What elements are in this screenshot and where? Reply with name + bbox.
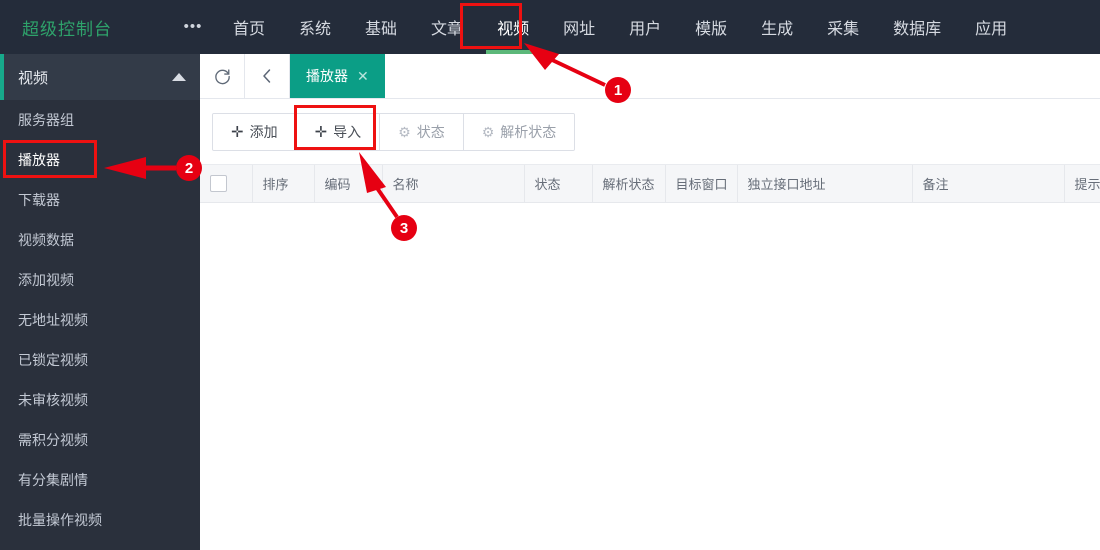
nav-item-video[interactable]: 视频 bbox=[480, 0, 546, 58]
parse-status-button[interactable]: ⚙ 解析状态 bbox=[463, 114, 575, 150]
sidebar-item-no-address-video[interactable]: 无地址视频 bbox=[0, 300, 200, 340]
tab-strip: 播放器 ✕ bbox=[200, 54, 1100, 99]
main-nav: 首页 系统 基础 文章 视频 网址 用户 模版 生成 采集 数据库 应用 bbox=[216, 0, 1024, 58]
add-button[interactable]: ✛ 添加 bbox=[213, 114, 297, 150]
nav-item-system[interactable]: 系统 bbox=[282, 0, 348, 54]
gear-icon: ⚙ bbox=[481, 124, 495, 140]
tab-player[interactable]: 播放器 ✕ bbox=[290, 54, 385, 98]
table-header: 排序 编码 名称 状态 解析状态 目标窗口 独立接口地址 备注 提示 bbox=[200, 165, 1100, 203]
gear-icon: ⚙ bbox=[398, 124, 411, 140]
sidebar: 视频 服务器组 播放器 下载器 视频数据 添加视频 无地址视频 已锁定视频 未审… bbox=[0, 54, 200, 550]
plus-icon: ✛ bbox=[314, 123, 328, 141]
nav-item-application[interactable]: 应用 bbox=[958, 0, 1024, 54]
column-remark[interactable]: 备注 bbox=[912, 165, 1065, 203]
chevron-up-icon bbox=[172, 73, 186, 81]
sidebar-item-video-data[interactable]: 视频数据 bbox=[0, 220, 200, 260]
nav-item-home[interactable]: 首页 bbox=[216, 0, 282, 54]
column-code[interactable]: 编码 bbox=[314, 165, 383, 203]
nav-item-generate[interactable]: 生成 bbox=[744, 0, 810, 54]
column-api-address[interactable]: 独立接口地址 bbox=[737, 165, 913, 203]
column-name[interactable]: 名称 bbox=[382, 165, 525, 203]
toolbar-button-group: ✛ 添加 ✛ 导入 ⚙ 状态 ⚙ 解析状态 bbox=[212, 113, 576, 151]
column-status[interactable]: 状态 bbox=[524, 165, 593, 203]
nav-item-template[interactable]: 模版 bbox=[678, 0, 744, 54]
nav-item-url[interactable]: 网址 bbox=[546, 0, 612, 54]
parse-status-button-label: 解析状态 bbox=[500, 124, 557, 140]
column-target-window[interactable]: 目标窗口 bbox=[665, 165, 738, 203]
data-table: 排序 编码 名称 状态 解析状态 目标窗口 独立接口地址 备注 提示 bbox=[200, 165, 1100, 203]
app-root: 超级控制台 ••• 首页 系统 基础 文章 视频 网址 用户 模版 生成 采集 … bbox=[0, 0, 1100, 550]
sidebar-item-server-group[interactable]: 服务器组 bbox=[0, 100, 200, 140]
data-table-wrapper: 排序 编码 名称 状态 解析状态 目标窗口 独立接口地址 备注 提示 bbox=[200, 164, 1100, 203]
column-sort[interactable]: 排序 bbox=[252, 165, 315, 203]
nav-item-basic[interactable]: 基础 bbox=[348, 0, 414, 54]
import-button[interactable]: ✛ 导入 bbox=[296, 114, 381, 150]
select-all-header bbox=[200, 165, 253, 203]
nav-item-database[interactable]: 数据库 bbox=[876, 0, 958, 54]
sidebar-item-add-video[interactable]: 添加视频 bbox=[0, 260, 200, 300]
sidebar-group-label: 视频 bbox=[18, 69, 49, 87]
toolbar: ✛ 添加 ✛ 导入 ⚙ 状态 ⚙ 解析状态 bbox=[200, 99, 1100, 151]
select-all-checkbox[interactable] bbox=[210, 174, 227, 192]
nav-item-user[interactable]: 用户 bbox=[612, 0, 678, 54]
close-icon[interactable]: ✕ bbox=[357, 69, 369, 83]
status-button[interactable]: ⚙ 状态 bbox=[380, 114, 464, 150]
more-menu-icon[interactable]: ••• bbox=[170, 19, 216, 34]
sidebar-group-video[interactable]: 视频 bbox=[0, 54, 200, 100]
sidebar-item-player[interactable]: 播放器 bbox=[0, 140, 200, 180]
sidebar-item-episode-plot[interactable]: 有分集剧情 bbox=[0, 460, 200, 500]
sidebar-item-points-video[interactable]: 需积分视频 bbox=[0, 420, 200, 460]
status-button-label: 状态 bbox=[416, 124, 445, 140]
sidebar-item-downloader[interactable]: 下载器 bbox=[0, 180, 200, 220]
column-tip[interactable]: 提示 bbox=[1064, 165, 1100, 203]
tab-label: 播放器 bbox=[306, 68, 348, 84]
table-header-row: 排序 编码 名称 状态 解析状态 目标窗口 独立接口地址 备注 提示 bbox=[200, 165, 1100, 203]
main-content: 播放器 ✕ ✛ 添加 ✛ 导入 ⚙ 状态 ⚙ 解析状态 排序 编码 名称 状态 … bbox=[200, 54, 1100, 550]
refresh-icon[interactable] bbox=[200, 54, 245, 98]
plus-icon: ✛ bbox=[231, 123, 244, 141]
chevron-left-icon[interactable] bbox=[245, 54, 290, 98]
column-parse-status[interactable]: 解析状态 bbox=[592, 165, 666, 203]
app-brand: 超级控制台 bbox=[22, 19, 112, 39]
import-button-label: 导入 bbox=[333, 124, 362, 140]
top-navbar: 超级控制台 ••• 首页 系统 基础 文章 视频 网址 用户 模版 生成 采集 … bbox=[0, 0, 1100, 58]
sidebar-item-locked-video[interactable]: 已锁定视频 bbox=[0, 340, 200, 380]
add-button-label: 添加 bbox=[249, 124, 278, 140]
nav-item-collect[interactable]: 采集 bbox=[810, 0, 876, 54]
nav-item-article[interactable]: 文章 bbox=[414, 0, 480, 54]
sidebar-item-unreviewed-video[interactable]: 未审核视频 bbox=[0, 380, 200, 420]
sidebar-item-batch-video[interactable]: 批量操作视频 bbox=[0, 500, 200, 540]
